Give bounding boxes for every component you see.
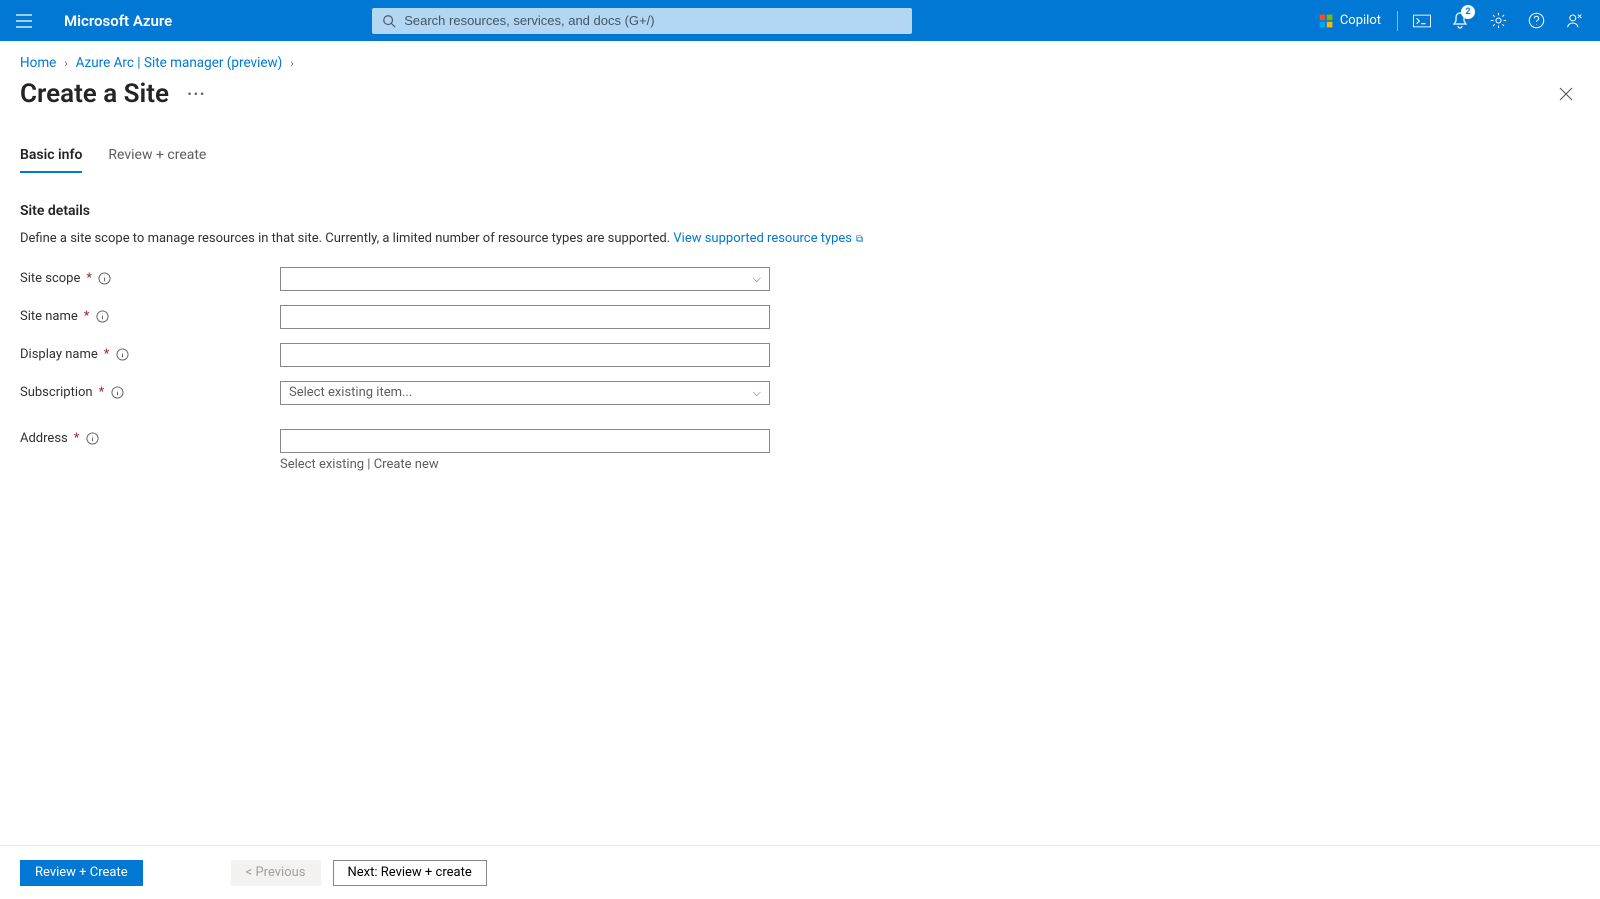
label-address: Address [20, 431, 68, 446]
info-icon[interactable] [115, 348, 129, 362]
help-button[interactable] [1518, 3, 1554, 39]
review-create-button[interactable]: Review + Create [20, 860, 143, 886]
info-icon[interactable] [98, 272, 112, 286]
feedback-button[interactable] [1556, 3, 1592, 39]
subscription-select[interactable]: Select existing item... ⌵ [280, 381, 770, 405]
required-marker: * [84, 309, 90, 324]
breadcrumb: Home › Azure Arc | Site manager (preview… [0, 41, 1600, 71]
address-input[interactable] [280, 429, 770, 453]
label-subscription: Subscription [20, 385, 93, 400]
section-description: Define a site scope to manage resources … [20, 229, 880, 249]
address-select-existing-link[interactable]: Select existing [280, 457, 364, 472]
breadcrumb-home[interactable]: Home [20, 55, 56, 71]
topbar-divider [1397, 11, 1398, 31]
label-display-name: Display name [20, 347, 98, 362]
display-name-input[interactable] [280, 343, 770, 367]
hamburger-menu[interactable] [8, 5, 40, 37]
more-actions-button[interactable]: ··· [187, 84, 206, 105]
row-site-scope: Site scope * ⌵ [20, 267, 880, 291]
site-details-section: Site details Define a site scope to mana… [0, 173, 900, 472]
site-name-input[interactable] [280, 305, 770, 329]
chevron-right-icon: › [64, 57, 67, 70]
breadcrumb-arc[interactable]: Azure Arc | Site manager (preview) [76, 55, 283, 71]
row-address: Address * Select existing | Create new [20, 429, 880, 472]
row-display-name: Display name * [20, 343, 880, 367]
next-button[interactable]: Next: Review + create [333, 860, 487, 886]
page-title-row: Create a Site ··· [0, 71, 1600, 109]
cloud-shell-icon [1413, 14, 1431, 28]
chevron-down-icon: ⌵ [753, 272, 761, 286]
info-icon[interactable] [95, 310, 109, 324]
feedback-icon [1566, 12, 1583, 29]
tab-review-create[interactable]: Review + create [108, 147, 206, 173]
copilot-button[interactable]: Copilot [1308, 5, 1391, 37]
address-links: Select existing | Create new [280, 457, 770, 472]
section-title: Site details [20, 203, 880, 219]
previous-button[interactable]: < Previous [231, 860, 321, 886]
section-desc-text: Define a site scope to manage resources … [20, 231, 673, 246]
supported-types-link[interactable]: View supported resource types⧉ [673, 231, 863, 246]
hamburger-icon [16, 14, 32, 28]
address-create-new-link[interactable]: Create new [374, 457, 439, 472]
info-icon[interactable] [110, 386, 124, 400]
row-site-name: Site name * [20, 305, 880, 329]
required-marker: * [86, 271, 92, 286]
cloud-shell-button[interactable] [1404, 3, 1440, 39]
brand-label: Microsoft Azure [64, 12, 172, 30]
notifications-button[interactable]: 2 [1442, 3, 1478, 39]
footer: Review + Create < Previous Next: Review … [0, 845, 1600, 899]
tabs: Basic info Review + create [0, 109, 1600, 173]
site-scope-select[interactable]: ⌵ [280, 267, 770, 291]
row-subscription: Subscription * Select existing item... ⌵ [20, 381, 880, 405]
notifications-badge: 2 [1461, 5, 1475, 19]
global-search[interactable] [372, 8, 912, 34]
external-link-icon: ⧉ [856, 234, 863, 245]
subscription-placeholder: Select existing item... [289, 385, 412, 400]
copilot-label: Copilot [1340, 13, 1381, 28]
help-icon [1528, 12, 1545, 29]
gear-icon [1490, 12, 1507, 29]
required-marker: * [104, 347, 110, 362]
required-marker: * [99, 385, 105, 400]
copilot-icon [1318, 13, 1334, 29]
info-icon[interactable] [85, 431, 99, 445]
search-input[interactable] [404, 13, 902, 28]
close-button[interactable] [1552, 80, 1580, 108]
close-icon [1559, 87, 1573, 101]
topbar-right: Copilot 2 [1308, 3, 1592, 39]
label-site-scope: Site scope [20, 271, 80, 286]
tab-basic-info[interactable]: Basic info [20, 147, 82, 173]
chevron-right-icon: › [290, 57, 293, 70]
required-marker: * [74, 431, 80, 446]
page-title: Create a Site [20, 79, 169, 109]
topbar: Microsoft Azure Copilot 2 [0, 0, 1600, 41]
label-site-name: Site name [20, 309, 78, 324]
chevron-down-icon: ⌵ [753, 386, 761, 400]
search-icon [382, 14, 396, 28]
settings-button[interactable] [1480, 3, 1516, 39]
